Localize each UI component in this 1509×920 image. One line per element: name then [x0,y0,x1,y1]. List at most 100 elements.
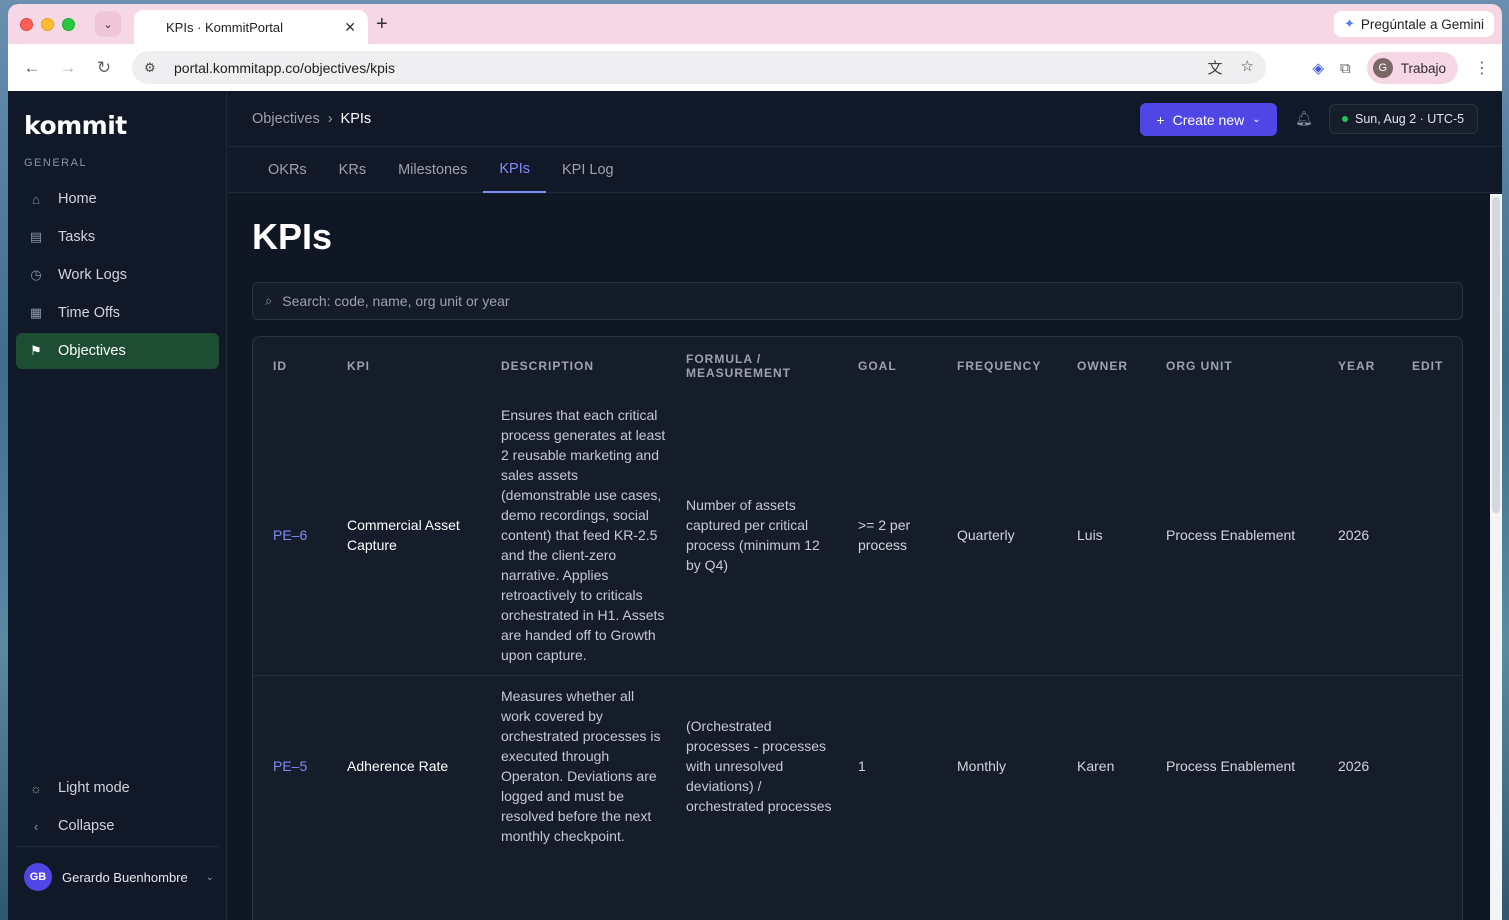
search-input[interactable] [282,293,1462,309]
chevron-left-icon: ‹ [33,818,39,834]
collapse-sidebar-button[interactable]: ‹ Collapse [16,808,219,844]
tab-title: KPIs · KommitPortal [166,19,284,35]
tab-kpi-log[interactable]: KPI Log [546,147,630,193]
scrollbar-thumb[interactable] [1492,197,1500,513]
top-bar: Objectives › KPIs + Create new ⌄ 🔔︎ Sun,… [228,91,1502,147]
tab-okrs[interactable]: OKRs [252,147,323,193]
table-row[interactable]: PE–6 Commercial Asset Capture Ensures th… [253,395,1462,676]
date-timezone-chip[interactable]: Sun, Aug 2 · UTC-5 [1329,104,1478,134]
kommit-logo: kommit [24,111,127,140]
bell-icon[interactable]: 🔔︎ [1295,110,1313,127]
search-box[interactable]: ⌕ [252,282,1463,320]
flag-icon: ⚑ [30,343,42,358]
kpi-description: Ensures that each critical process gener… [501,407,666,663]
kpi-owner: Karen [1077,758,1115,774]
tab-search-button[interactable]: ⌄ [95,11,121,37]
column-header: DESCRIPTION [501,359,595,373]
window-controls [20,17,75,31]
gemini-sparkle-icon: ✦ [1344,16,1355,31]
sidebar-item-home[interactable]: ⌂ Home [16,181,219,217]
profile-button[interactable]: G Trabajo [1366,52,1458,84]
tab-kpis[interactable]: KPIs [483,147,547,193]
user-menu[interactable]: GB Gerardo Buenhombre ⌄ [24,863,214,891]
light-mode-toggle[interactable]: ☼ Light mode [16,770,219,806]
light-mode-label: Light mode [58,780,130,796]
edit-cell[interactable] [1402,395,1462,676]
kpi-table: ID KPI DESCRIPTION FORMULA / MEASUREMENT… [252,336,1463,920]
chevron-down-icon: ⌄ [1252,114,1261,125]
column-header: OWNER [1077,359,1128,373]
browser-menu-icon[interactable]: ⋮ [1474,58,1490,78]
sidebar-footer: ☼ Light mode ‹ Collapse [16,770,219,846]
profile-avatar: G [1372,58,1393,78]
minimize-window-button[interactable] [41,17,54,31]
kpi-frequency: Monthly [957,758,1007,774]
sun-icon: ☼ [30,780,42,796]
sidebar-item-label: Time Offs [58,305,121,321]
back-arrow-icon[interactable]: ← [14,58,50,78]
kpi-id-link[interactable]: PE–5 [253,676,337,857]
sidebar-item-objectives[interactable]: ⚑ Objectives [16,333,219,369]
sidebar-section-label: GENERAL [24,157,88,169]
calendar-icon: ▦ [29,305,43,320]
breadcrumb-objectives[interactable]: Objectives [252,111,320,127]
gemini-label: Pregúntale a Gemini [1360,16,1484,32]
kpi-goal: >= 2 per process [858,517,911,553]
kpi-description: Measures whether all work covered by orc… [501,688,661,844]
sidebar-item-work-logs[interactable]: ◷ Work Logs [16,257,219,293]
kpi-goal: 1 [858,758,866,774]
reload-icon[interactable]: ↻ [86,58,122,78]
kpi-frequency: Quarterly [957,527,1015,543]
kpi-id-link[interactable]: PE–6 [253,395,337,676]
maximize-window-button[interactable] [62,17,75,31]
kpi-year: 2026 [1338,758,1370,774]
forward-arrow-icon[interactable]: → [50,58,86,78]
address-bar[interactable]: ⚙ portal.kommitapp.co/objectives/kpis 文 … [132,51,1266,84]
extension-shield-icon[interactable]: ◈ [1312,59,1324,77]
translate-icon[interactable]: 文 [1208,57,1223,78]
avatar: GB [24,863,52,891]
date-label: Sun, Aug 2 · UTC-5 [1355,112,1465,126]
tab-krs[interactable]: KRs [323,147,382,193]
kpi-table-grid: ID KPI DESCRIPTION FORMULA / MEASUREMENT… [253,337,1462,857]
table-row[interactable]: PE–5 Adherence Rate Measures whether all… [253,675,1462,857]
tab-strip: ⌄ KPIs · KommitPortal ✕ + ✦ Pregúntale a… [8,4,1502,44]
column-header: YEAR [1338,359,1376,373]
site-info-icon[interactable]: ⚙ [144,60,166,76]
content-area: KPIs ⌕ ID [228,194,1502,920]
status-dot [1342,116,1348,122]
bookmark-star-icon[interactable]: ☆ [1241,57,1254,78]
sidebar-nav: ⌂ Home ▤ Tasks ◷ Work Logs ▦ Time Offs ⚑ [16,181,219,371]
tab-milestones[interactable]: Milestones [382,147,483,193]
close-window-button[interactable] [20,17,33,31]
kpi-name: Commercial Asset Capture [347,517,460,553]
browser-toolbar: ← → ↻ ⚙ portal.kommitapp.co/objectives/k… [8,44,1502,91]
sidebar-item-tasks[interactable]: ▤ Tasks [16,219,219,255]
column-header: ORG UNIT [1166,359,1233,373]
kpi-owner: Luis [1077,527,1103,543]
breadcrumb: Objectives › KPIs [252,111,371,127]
sidebar-divider [16,846,219,847]
edit-cell[interactable] [1402,676,1462,857]
tab-close-icon[interactable]: ✕ [344,19,356,36]
search-icon: ⌕ [265,293,273,308]
scrollbar-track[interactable] [1490,194,1502,920]
kpi-formula: (Orchestrated processes - processes with… [686,718,832,814]
breadcrumb-current: KPIs [340,111,372,127]
sidebar-item-time-offs[interactable]: ▦ Time Offs [16,295,219,331]
sidebar-item-label: Objectives [58,343,126,359]
profile-name: Trabajo [1400,60,1446,76]
clipboard-icon: ▤ [29,229,43,244]
new-tab-button[interactable]: + [376,12,388,36]
kpi-formula: Number of assets captured per critical p… [686,497,820,573]
create-new-button[interactable]: + Create new ⌄ [1140,103,1277,136]
kpi-org-unit: Process Enablement [1166,527,1296,543]
column-header: KPI [347,359,371,373]
extensions-puzzle-icon[interactable]: ⧉ [1340,60,1351,77]
chevron-down-icon: ⌄ [103,18,113,31]
gemini-button[interactable]: ✦ Pregúntale a Gemini [1334,11,1494,37]
collapse-label: Collapse [58,818,115,834]
column-header: FORMULA / MEASUREMENT [686,352,792,380]
browser-tab[interactable]: KPIs · KommitPortal ✕ [134,10,368,44]
url-text[interactable]: portal.kommitapp.co/objectives/kpis [174,60,1208,76]
